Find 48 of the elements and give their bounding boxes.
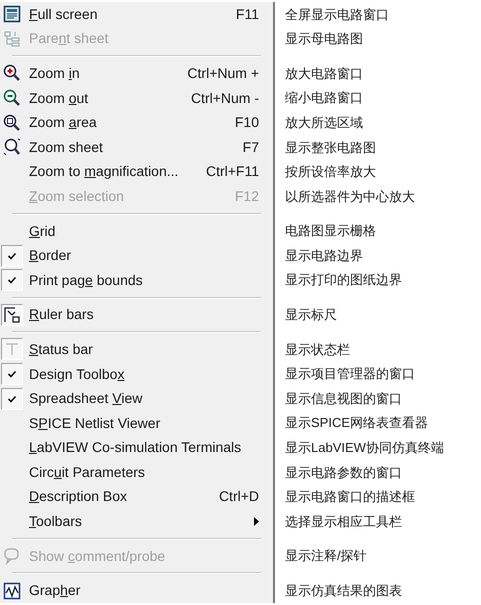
- shortcut-label: Ctrl+Num +: [187, 64, 259, 83]
- annotation-text: 显示电路参数的窗口: [285, 464, 402, 482]
- statusbar-icon: [6, 344, 18, 356]
- zoom-sheet-icon: [4, 138, 20, 156]
- menu-item[interactable]: Full screen: [24, 4, 236, 25]
- graph-icon: [4, 582, 20, 600]
- annotation-text: 显示信息视图的窗口: [285, 390, 402, 408]
- annotation-text: 显示仿真结果的图表: [285, 582, 402, 600]
- annotation-text: 选择显示相应工具栏: [285, 512, 402, 531]
- shortcut-label: Ctrl+D: [218, 487, 259, 506]
- shortcut-label: Ctrl+F11: [206, 162, 259, 182]
- shortcut-label: F7: [242, 138, 259, 157]
- annotation-text: 显示状态栏: [285, 340, 350, 359]
- annotation-text: 显示注释/探针: [285, 547, 367, 566]
- zoom-area-icon: [4, 114, 20, 131]
- shortcut-label: Ctrl+Num -: [190, 88, 259, 108]
- annotation-text: 显示LabVIEW协同仿真终端: [285, 439, 444, 458]
- annotation-text: 电路图显示栅格: [285, 222, 376, 240]
- menu-item[interactable]: Zoom area: [24, 112, 235, 134]
- menu-item[interactable]: Zoom in: [24, 62, 188, 84]
- menu-item[interactable]: Description Box: [24, 486, 219, 508]
- submenu-arrow-icon: [254, 517, 259, 526]
- annotation-text: 以所选器件为中心放大: [285, 188, 415, 206]
- fullscreen-icon: [4, 6, 20, 23]
- zoom-in-icon: [4, 65, 20, 82]
- annotation-text: 放大所选区域: [285, 114, 363, 132]
- menu-item[interactable]: Zoom out: [24, 88, 191, 109]
- shortcut-label: F10: [234, 113, 259, 132]
- annotation-text: 缩小电路窗口: [285, 89, 363, 108]
- menu-item[interactable]: Zoom sheet: [24, 136, 243, 158]
- annotation-text: 显示打印的图纸边界: [285, 271, 402, 290]
- annotation-text: 全屏显示电路窗口: [285, 6, 389, 24]
- zoom-out-icon: [4, 90, 20, 106]
- annotation-text: 显示项目管理器的窗口: [285, 365, 415, 384]
- menu-item[interactable]: Zoom to magnification...: [24, 161, 206, 182]
- annotation-text: 显示整张电路图: [285, 138, 376, 157]
- annotation-text: 显示母电路图: [285, 30, 363, 48]
- annotation-text: 显示电路边界: [285, 246, 363, 265]
- hierarchy-icon: [4, 31, 20, 46]
- annotation-text: 显示SPICE网络表查看器: [285, 414, 428, 432]
- annotation-text: 放大电路窗口: [285, 64, 363, 83]
- ruler-icon: [4, 307, 20, 322]
- annotation-text: 按所设倍率放大: [285, 163, 376, 182]
- annotation-text: 显示标尺: [285, 306, 337, 324]
- shortcut-label: F12: [234, 186, 259, 206]
- shortcut-label: F11: [236, 4, 259, 24]
- annotation-text: 显示电路窗口的描述框: [285, 488, 415, 506]
- comment-icon: [4, 548, 19, 566]
